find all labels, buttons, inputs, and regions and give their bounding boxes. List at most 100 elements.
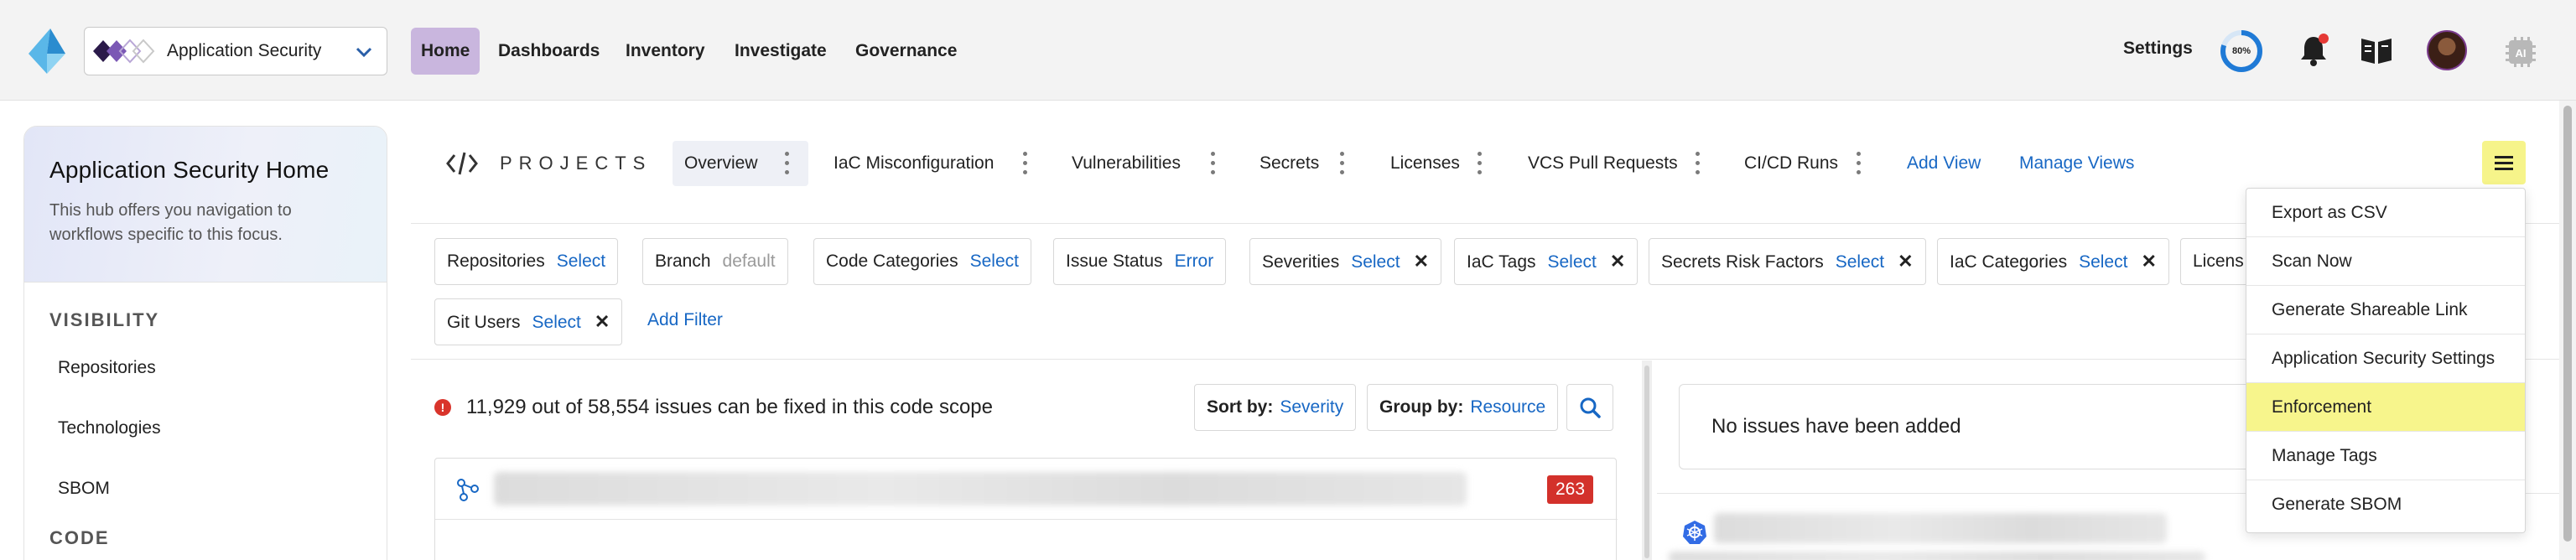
hub-hero: Application Security Home This hub offer…	[24, 127, 387, 283]
manage-views-link[interactable]: Manage Views	[2019, 153, 2134, 174]
filter-licenses[interactable]: Licens	[2180, 238, 2256, 285]
add-filter-link[interactable]: Add Filter	[647, 310, 723, 330]
bell-icon[interactable]	[2296, 32, 2331, 69]
filter-value[interactable]: Error	[1175, 251, 1214, 271]
filter-value[interactable]: Select	[1836, 252, 1884, 272]
filter-value[interactable]: Select	[2079, 252, 2127, 272]
alert-icon: !	[434, 399, 451, 416]
tab-cicd-more-icon[interactable]	[1857, 152, 1862, 175]
tab-vcs-more-icon[interactable]	[1696, 152, 1701, 175]
nav-home[interactable]: Home	[411, 28, 480, 75]
filter-secrets-risk-factors[interactable]: Secrets Risk Factors Select ✕	[1649, 238, 1926, 285]
filter-label: IaC Tags	[1467, 252, 1536, 272]
book-icon[interactable]	[2358, 32, 2395, 69]
tab-vulnerabilities-more-icon[interactable]	[1211, 152, 1216, 175]
app-brand-icon	[93, 39, 155, 64]
card-separator	[435, 519, 1618, 520]
kubernetes-icon	[1683, 521, 1706, 544]
app-name: Application Security	[167, 41, 322, 60]
projects-title: PROJECTS	[500, 153, 652, 174]
app-switcher[interactable]: Application Security	[84, 27, 387, 75]
group-by-select[interactable]: Group by: Resource	[1367, 384, 1559, 431]
progress-label: 80%	[2231, 46, 2251, 56]
filter-iac-tags[interactable]: IaC Tags Select ✕	[1454, 238, 1639, 285]
sort-value[interactable]: Severity	[1280, 397, 1343, 417]
tab-licenses[interactable]: Licenses	[1379, 141, 1472, 186]
actions-menu: Export as CSV Scan Now Generate Shareabl…	[2246, 188, 2526, 533]
filter-repositories[interactable]: Repositories Select	[434, 238, 619, 285]
filter-branch[interactable]: Branch default	[642, 238, 788, 285]
panel-resize-handle[interactable]	[1642, 360, 1652, 560]
search-button[interactable]	[1566, 384, 1613, 431]
sidebar-item-technologies[interactable]: Technologies	[58, 418, 161, 438]
menu-item-generate-shareable-link[interactable]: Generate Shareable Link	[2246, 286, 2525, 334]
filter-value[interactable]: default	[723, 251, 776, 271]
menu-item-enforcement[interactable]: Enforcement	[2246, 383, 2525, 432]
settings-link[interactable]: Settings	[2123, 39, 2193, 59]
no-issues-card: No issues have been added	[1679, 384, 2266, 469]
filter-value[interactable]: Select	[1351, 252, 1400, 272]
remove-filter-icon[interactable]: ✕	[595, 299, 610, 345]
tab-cicd-runs[interactable]: CI/CD Runs	[1732, 141, 1850, 186]
tab-iac-more-icon[interactable]	[1023, 152, 1028, 175]
issue-group-card[interactable]: 263	[434, 458, 1618, 560]
remove-filter-icon[interactable]: ✕	[1414, 239, 1429, 284]
ai-icon[interactable]: AI	[2502, 34, 2539, 70]
tab-licenses-more-icon[interactable]	[1478, 152, 1483, 175]
nav-dashboards[interactable]: Dashboards	[488, 28, 610, 75]
chevron-down-icon[interactable]	[353, 41, 375, 63]
menu-item-manage-tags[interactable]: Manage Tags	[2246, 432, 2525, 480]
nav-investigate[interactable]: Investigate	[724, 28, 837, 75]
filter-label: Code Categories	[826, 251, 958, 271]
code-brackets-icon	[446, 152, 478, 175]
hamburger-icon	[2495, 156, 2513, 170]
filter-label: Branch	[655, 251, 711, 271]
hamburger-menu-button[interactable]	[2482, 141, 2526, 184]
tab-overview-more-icon[interactable]	[785, 152, 790, 175]
filter-iac-categories[interactable]: IaC Categories Select ✕	[1937, 238, 2169, 285]
menu-item-application-security-settings[interactable]: Application Security Settings	[2246, 334, 2525, 383]
tab-secrets[interactable]: Secrets	[1248, 141, 1331, 186]
filter-value[interactable]: Select	[557, 251, 605, 271]
search-icon	[1580, 397, 1601, 418]
filter-severities[interactable]: Severities Select ✕	[1249, 238, 1442, 285]
filter-value[interactable]: Select	[970, 251, 1019, 271]
hub-description: This hub offers you navigation to workfl…	[49, 201, 292, 244]
tab-vcs-pull-requests[interactable]: VCS Pull Requests	[1516, 141, 1690, 186]
filter-label: Severities	[1262, 252, 1340, 272]
redacted-resource-name	[1714, 513, 2167, 543]
page-scrollbar[interactable]	[2559, 101, 2576, 560]
issue-count-badge: 263	[1547, 475, 1594, 504]
sidebar-item-sbom[interactable]: SBOM	[58, 479, 110, 499]
filter-git-users[interactable]: Git Users Select ✕	[434, 298, 623, 345]
menu-item-export-csv[interactable]: Export as CSV	[2246, 189, 2525, 237]
redacted-resource-detail	[1669, 552, 2205, 560]
tab-iac-misconfiguration[interactable]: IaC Misconfiguration	[822, 141, 1005, 186]
tab-secrets-more-icon[interactable]	[1340, 152, 1345, 175]
add-view-link[interactable]: Add View	[1907, 153, 1981, 174]
logo-icon[interactable]	[29, 29, 65, 74]
filter-value[interactable]: Select	[1548, 252, 1597, 272]
tab-vulnerabilities[interactable]: Vulnerabilities	[1060, 141, 1192, 186]
filter-label: Issue Status	[1066, 251, 1163, 271]
progress-ring[interactable]: 80%	[2219, 29, 2264, 74]
group-value[interactable]: Resource	[1470, 397, 1545, 417]
svg-text:AI: AI	[2516, 47, 2527, 60]
nav-inventory[interactable]: Inventory	[615, 28, 715, 75]
nav-governance[interactable]: Governance	[845, 28, 967, 75]
filter-code-categories[interactable]: Code Categories Select	[813, 238, 1031, 285]
filter-value[interactable]: Select	[532, 313, 581, 332]
remove-filter-icon[interactable]: ✕	[2141, 239, 2156, 284]
group-label: Group by:	[1379, 397, 1464, 417]
section-code-title: CODE	[49, 527, 110, 548]
filter-label: Secrets Risk Factors	[1661, 252, 1824, 272]
menu-item-generate-sbom[interactable]: Generate SBOM	[2246, 480, 2525, 529]
filter-issue-status[interactable]: Issue Status Error	[1053, 238, 1227, 285]
sort-label: Sort by:	[1207, 397, 1274, 417]
remove-filter-icon[interactable]: ✕	[1898, 239, 1913, 284]
menu-item-scan-now[interactable]: Scan Now	[2246, 237, 2525, 286]
sidebar-item-repositories[interactable]: Repositories	[58, 358, 156, 378]
remove-filter-icon[interactable]: ✕	[1610, 239, 1625, 284]
sort-by-select[interactable]: Sort by: Severity	[1194, 384, 1357, 431]
avatar[interactable]	[2427, 30, 2467, 70]
